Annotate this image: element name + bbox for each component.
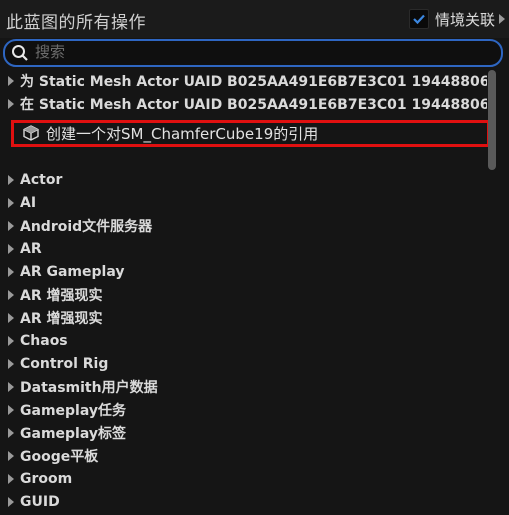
category-label: AR 增强现实 (20, 311, 103, 327)
category-gameplay-tags[interactable]: Gameplay标签 (0, 422, 487, 444)
category-label: AR Gameplay (20, 264, 125, 280)
list-item-label: 在 Static Mesh Actor UAID B025AA491E6B7E3… (20, 97, 487, 113)
category-groom[interactable]: Groom (0, 468, 487, 490)
category-label: Control Rig (20, 356, 109, 372)
context-sensitive-label: 情境关联 (434, 10, 495, 29)
category-chaos[interactable]: Chaos (0, 330, 487, 352)
expand-arrow-icon[interactable] (8, 497, 14, 507)
context-sensitive-toggle[interactable]: 情境关联 (408, 8, 505, 30)
expand-arrow-icon[interactable] (8, 451, 14, 461)
expand-arrow-icon[interactable] (8, 428, 14, 438)
category-gameplay-tasks[interactable]: Gameplay任务 (0, 399, 487, 421)
category-control-rig[interactable]: Control Rig (0, 353, 487, 375)
category-ar[interactable]: AR (0, 238, 487, 260)
context-sensitive-checkbox[interactable] (408, 9, 429, 29)
menu-header: 此蓝图的所有操作 情境关联 (0, 0, 509, 38)
expand-arrow-icon[interactable] (8, 76, 14, 86)
category-label: Gameplay任务 (20, 403, 126, 419)
search-box[interactable] (3, 39, 503, 67)
category-label: Gameplay标签 (20, 426, 126, 442)
category-ar-augmented-reality-2[interactable]: AR 增强现实 (0, 307, 487, 329)
category-label: Groom (20, 471, 73, 487)
category-googe-tablet[interactable]: Googe平板 (0, 445, 487, 467)
list-item-label: 为 Static Mesh Actor UAID B025AA491E6B7E3… (20, 74, 487, 90)
category-label: Datasmith用户数据 (20, 380, 158, 396)
category-label: AI (20, 195, 37, 211)
expand-arrow-icon[interactable] (8, 99, 14, 109)
expand-arrow-icon[interactable] (499, 14, 505, 24)
expand-arrow-icon[interactable] (8, 244, 14, 254)
category-label: AR 增强现实 (20, 288, 103, 304)
category-label: Actor (20, 172, 63, 188)
blueprint-action-menu: 此蓝图的所有操作 情境关联 为 Static Mesh Actor UAID B… (0, 0, 509, 515)
expand-arrow-icon[interactable] (8, 336, 14, 346)
expand-arrow-icon[interactable] (8, 313, 14, 323)
category-ai[interactable]: AI (0, 192, 487, 214)
checkmark-icon (413, 14, 425, 25)
category-ar-gameplay[interactable]: AR Gameplay (0, 261, 487, 283)
expand-arrow-icon[interactable] (8, 405, 14, 415)
expand-arrow-icon[interactable] (8, 359, 14, 369)
expand-arrow-icon[interactable] (8, 474, 14, 484)
expand-arrow-icon[interactable] (8, 175, 14, 185)
list-item[interactable]: 为 Static Mesh Actor UAID B025AA491E6B7E3… (0, 70, 487, 92)
expand-arrow-icon[interactable] (8, 267, 14, 277)
category-label: AR (20, 241, 42, 257)
expand-arrow-icon[interactable] (8, 198, 14, 208)
search-input[interactable] (35, 42, 475, 62)
expand-arrow-icon[interactable] (8, 382, 14, 392)
category-label: Android文件服务器 (20, 219, 153, 235)
menu-title: 此蓝图的所有操作 (6, 13, 146, 33)
expand-arrow-icon[interactable] (8, 290, 14, 300)
category-label: GUID (20, 494, 60, 510)
category-datasmith-user-data[interactable]: Datasmith用户数据 (0, 376, 487, 398)
highlight-box (11, 120, 490, 147)
scrollbar-thumb[interactable] (488, 70, 496, 170)
category-ar-augmented-reality[interactable]: AR 增强现实 (0, 284, 487, 306)
category-android-file-server[interactable]: Android文件服务器 (0, 215, 487, 237)
category-guid[interactable]: GUID (0, 491, 487, 513)
category-label: Googe平板 (20, 449, 99, 465)
search-icon (12, 45, 28, 61)
expand-arrow-icon[interactable] (8, 221, 14, 231)
category-actor[interactable]: Actor (0, 169, 487, 191)
list-item[interactable]: 在 Static Mesh Actor UAID B025AA491E6B7E3… (0, 93, 487, 115)
category-label: Chaos (20, 333, 68, 349)
